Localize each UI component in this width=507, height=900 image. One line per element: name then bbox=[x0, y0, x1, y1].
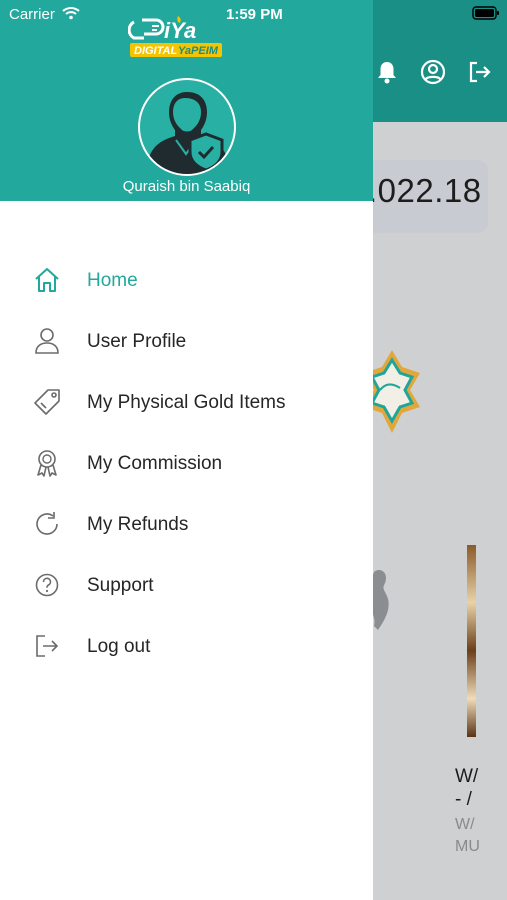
logout-icon bbox=[36, 635, 59, 657]
navigation-drawer: iYa DIGITAL YaPEIM Quraish bin Saabiq Ho… bbox=[0, 0, 373, 900]
avatar[interactable] bbox=[138, 78, 236, 176]
menu-item-commission[interactable]: My Commission bbox=[0, 433, 373, 494]
user-shield-icon bbox=[149, 92, 227, 174]
balance-value: .022.18 bbox=[368, 172, 482, 209]
logout-icon[interactable] bbox=[465, 58, 493, 86]
menu-label-home: Home bbox=[87, 269, 138, 291]
menu-label-refunds: My Refunds bbox=[87, 513, 189, 535]
item-title-line2: - / bbox=[455, 789, 472, 810]
svg-text:DIGITAL: DIGITAL bbox=[134, 45, 177, 57]
menu-label-support: Support bbox=[87, 574, 154, 596]
item-subtitle-line2: MU bbox=[455, 838, 480, 855]
product-image-strip bbox=[467, 545, 476, 737]
home-icon bbox=[35, 268, 59, 292]
menu-label-commission: My Commission bbox=[87, 452, 223, 474]
bell-icon[interactable] bbox=[373, 58, 401, 86]
menu-label-physical-gold: My Physical Gold Items bbox=[87, 391, 286, 413]
drawer-header: iYa DIGITAL YaPEIM Quraish bin Saabiq bbox=[0, 0, 373, 201]
item-title: W/ bbox=[455, 766, 479, 787]
menu-item-user-profile[interactable]: User Profile bbox=[0, 311, 373, 372]
drawer-menu: Home User Profile My Physical Gold Items bbox=[0, 250, 373, 677]
menu-item-logout[interactable]: Log out bbox=[0, 616, 373, 677]
menu-item-home[interactable]: Home bbox=[0, 250, 373, 311]
battery-icon bbox=[472, 6, 499, 20]
user-icon bbox=[35, 328, 59, 354]
menu-label-user-profile: User Profile bbox=[87, 330, 187, 352]
menu-item-physical-gold[interactable]: My Physical Gold Items bbox=[0, 372, 373, 433]
menu-label-logout: Log out bbox=[87, 635, 151, 657]
menu-item-refunds[interactable]: My Refunds bbox=[0, 494, 373, 555]
help-circle-icon bbox=[35, 573, 59, 597]
tag-icon bbox=[34, 389, 60, 415]
award-icon bbox=[37, 450, 57, 477]
item-subtitle: W/ bbox=[455, 816, 475, 833]
logo-text: iYa bbox=[164, 18, 196, 43]
iya-digital-logo: iYa DIGITAL YaPEIM bbox=[128, 16, 222, 57]
svg-text:YaPEIM: YaPEIM bbox=[178, 45, 219, 57]
status-time: 1:59 PM bbox=[226, 6, 283, 23]
status-carrier: Carrier bbox=[9, 6, 55, 23]
profile-circle-icon[interactable] bbox=[419, 58, 447, 86]
menu-item-support[interactable]: Support bbox=[0, 555, 373, 616]
wifi-icon bbox=[62, 7, 80, 20]
user-name: Quraish bin Saabiq bbox=[122, 178, 251, 195]
refresh-icon bbox=[36, 512, 58, 535]
